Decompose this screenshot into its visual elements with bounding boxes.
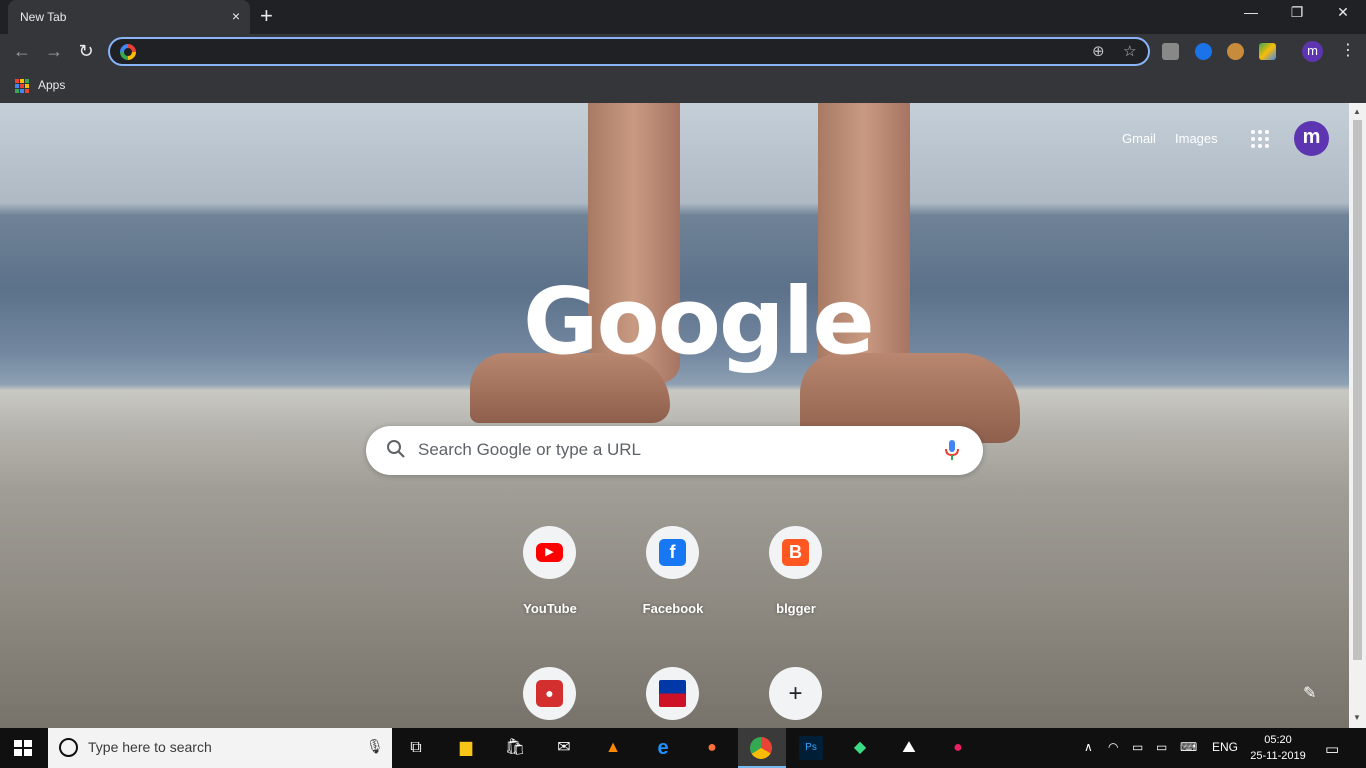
search-box[interactable] <box>366 426 983 475</box>
forward-button[interactable]: → <box>42 41 66 62</box>
shortcut-label: YouTube <box>523 601 577 616</box>
flag-icon <box>659 680 686 707</box>
account-avatar[interactable]: m <box>1294 121 1329 156</box>
browser-toolbar: ← → ↻ ⊕ ☆ m ⋮ <box>0 34 1366 70</box>
blogger-icon: B <box>782 539 809 566</box>
apps-bookmark[interactable]: Apps <box>38 78 65 92</box>
voice-search-icon[interactable] <box>944 439 960 461</box>
shortcut-circle <box>646 667 699 720</box>
reload-button[interactable]: ↻ <box>74 41 98 62</box>
firefox-icon[interactable]: ● <box>700 736 724 760</box>
menu-icon[interactable]: ⋮ <box>1340 40 1356 60</box>
scroll-up-icon[interactable]: ▲ <box>1353 107 1361 116</box>
office-icon: ● <box>536 680 563 707</box>
google-g-icon <box>120 44 136 60</box>
tab-strip: New Tab × + — ❐ ✕ <box>0 0 1366 34</box>
shortcut-circle: B <box>769 526 822 579</box>
shortcut-label: blgger <box>776 601 816 616</box>
customize-pencil-icon[interactable]: ✎ <box>1303 683 1316 703</box>
shortcut-blogger[interactable]: B blgger <box>741 526 853 638</box>
keyboard-icon[interactable]: ⌨ <box>1180 740 1197 754</box>
apps-grid-icon[interactable] <box>15 79 29 93</box>
restore-button[interactable]: ❐ <box>1274 4 1320 21</box>
chrome-icon[interactable] <box>750 737 772 759</box>
new-tab-button[interactable]: + <box>260 5 273 27</box>
battery-icon[interactable]: ▭ <box>1156 740 1167 754</box>
clock-date: 25-11-2019 <box>1250 750 1306 762</box>
extension-4-icon[interactable] <box>1259 43 1276 60</box>
google-apps-icon[interactable] <box>1251 130 1269 148</box>
paint3d-icon[interactable]: ● <box>946 736 970 760</box>
language-indicator[interactable]: ENG <box>1212 740 1238 754</box>
profile-avatar[interactable]: m <box>1302 41 1323 62</box>
omnibox[interactable]: ⊕ ☆ <box>108 37 1150 66</box>
file-explorer-icon[interactable]: ▆ <box>454 736 478 760</box>
store-icon[interactable]: 🛍 <box>503 736 527 760</box>
new-tab-page: Gmail Images m Google ▶ YouTube f Facebo… <box>0 103 1349 728</box>
google-logo: Google <box>523 268 875 375</box>
windows-start-icon[interactable] <box>14 740 32 756</box>
minimize-button[interactable]: — <box>1228 4 1274 20</box>
edge-icon[interactable]: e <box>651 736 675 760</box>
facebook-icon: f <box>659 539 686 566</box>
notification-icon[interactable]: ▭ <box>1325 740 1339 758</box>
page-scrollbar[interactable]: ▲ ▼ <box>1349 103 1366 728</box>
photoshop-icon[interactable]: Ps <box>799 736 823 760</box>
tab-close-icon[interactable]: × <box>232 8 240 24</box>
extension-1-icon[interactable] <box>1162 43 1179 60</box>
filmora-icon[interactable]: ◆ <box>848 736 872 760</box>
bookmark-star-icon[interactable]: ☆ <box>1123 42 1136 60</box>
shortcut-facebook[interactable]: f Facebook <box>618 526 730 638</box>
shortcut-label: Facebook <box>642 601 704 616</box>
scroll-thumb[interactable] <box>1353 120 1362 660</box>
zoom-icon[interactable]: ⊕ <box>1092 42 1105 60</box>
vlc-icon[interactable]: ▲ <box>601 736 625 760</box>
shortcut-circle: f <box>646 526 699 579</box>
scroll-down-icon[interactable]: ▼ <box>1353 713 1361 722</box>
tab-title: New Tab <box>20 10 67 24</box>
images-link[interactable]: Images <box>1175 131 1218 146</box>
taskbar-search[interactable]: 🎙 <box>48 728 392 768</box>
browser-chrome: New Tab × + — ❐ ✕ ← → ↻ ⊕ ☆ m ⋮ Apps <box>0 0 1366 103</box>
close-window-button[interactable]: ✕ <box>1320 4 1366 21</box>
search-input[interactable] <box>418 438 918 462</box>
shortcut-5[interactable] <box>618 667 730 728</box>
shortcut-circle: ▶ <box>523 526 576 579</box>
search-icon <box>387 440 405 458</box>
bookmarks-bar: Apps <box>0 70 1366 103</box>
shortcut-circle: ● <box>523 667 576 720</box>
taskbar-mic-icon[interactable]: 🎙 <box>366 738 384 755</box>
cortana-icon <box>59 738 78 757</box>
cookie-extension-icon[interactable] <box>1227 43 1244 60</box>
photos-icon[interactable]: ⛰ <box>897 736 921 760</box>
shortcut-circle: + <box>769 667 822 720</box>
extension-2-icon[interactable] <box>1195 43 1212 60</box>
wifi-icon[interactable]: ◠ <box>1108 740 1118 754</box>
windows-taskbar: 🎙 ⧉ ▆ 🛍 ✉ ▲ e ● Ps ◆ ⛰ ● ∧ ◠ ▭ ▭ ⌨ ENG 0… <box>0 728 1366 768</box>
clock-time: 05:20 <box>1264 734 1292 746</box>
taskbar-search-input[interactable] <box>88 739 348 755</box>
mail-icon[interactable]: ✉ <box>552 736 576 760</box>
youtube-icon: ▶ <box>536 543 563 562</box>
gmail-link[interactable]: Gmail <box>1122 131 1156 146</box>
shortcut-4[interactable]: ● <box>495 667 607 728</box>
network-icon[interactable]: ▭ <box>1132 740 1143 754</box>
shortcut-youtube[interactable]: ▶ YouTube <box>495 526 607 638</box>
add-shortcut-button[interactable]: + <box>741 667 853 728</box>
back-button[interactable]: ← <box>10 41 34 62</box>
task-view-icon[interactable]: ⧉ <box>404 736 428 760</box>
tab-new-tab[interactable]: New Tab × <box>8 0 250 34</box>
add-shortcut-icon: + <box>788 680 803 707</box>
system-clock[interactable]: 05:20 25-11-2019 <box>1248 732 1308 764</box>
show-hidden-icons-icon[interactable]: ∧ <box>1084 740 1093 754</box>
